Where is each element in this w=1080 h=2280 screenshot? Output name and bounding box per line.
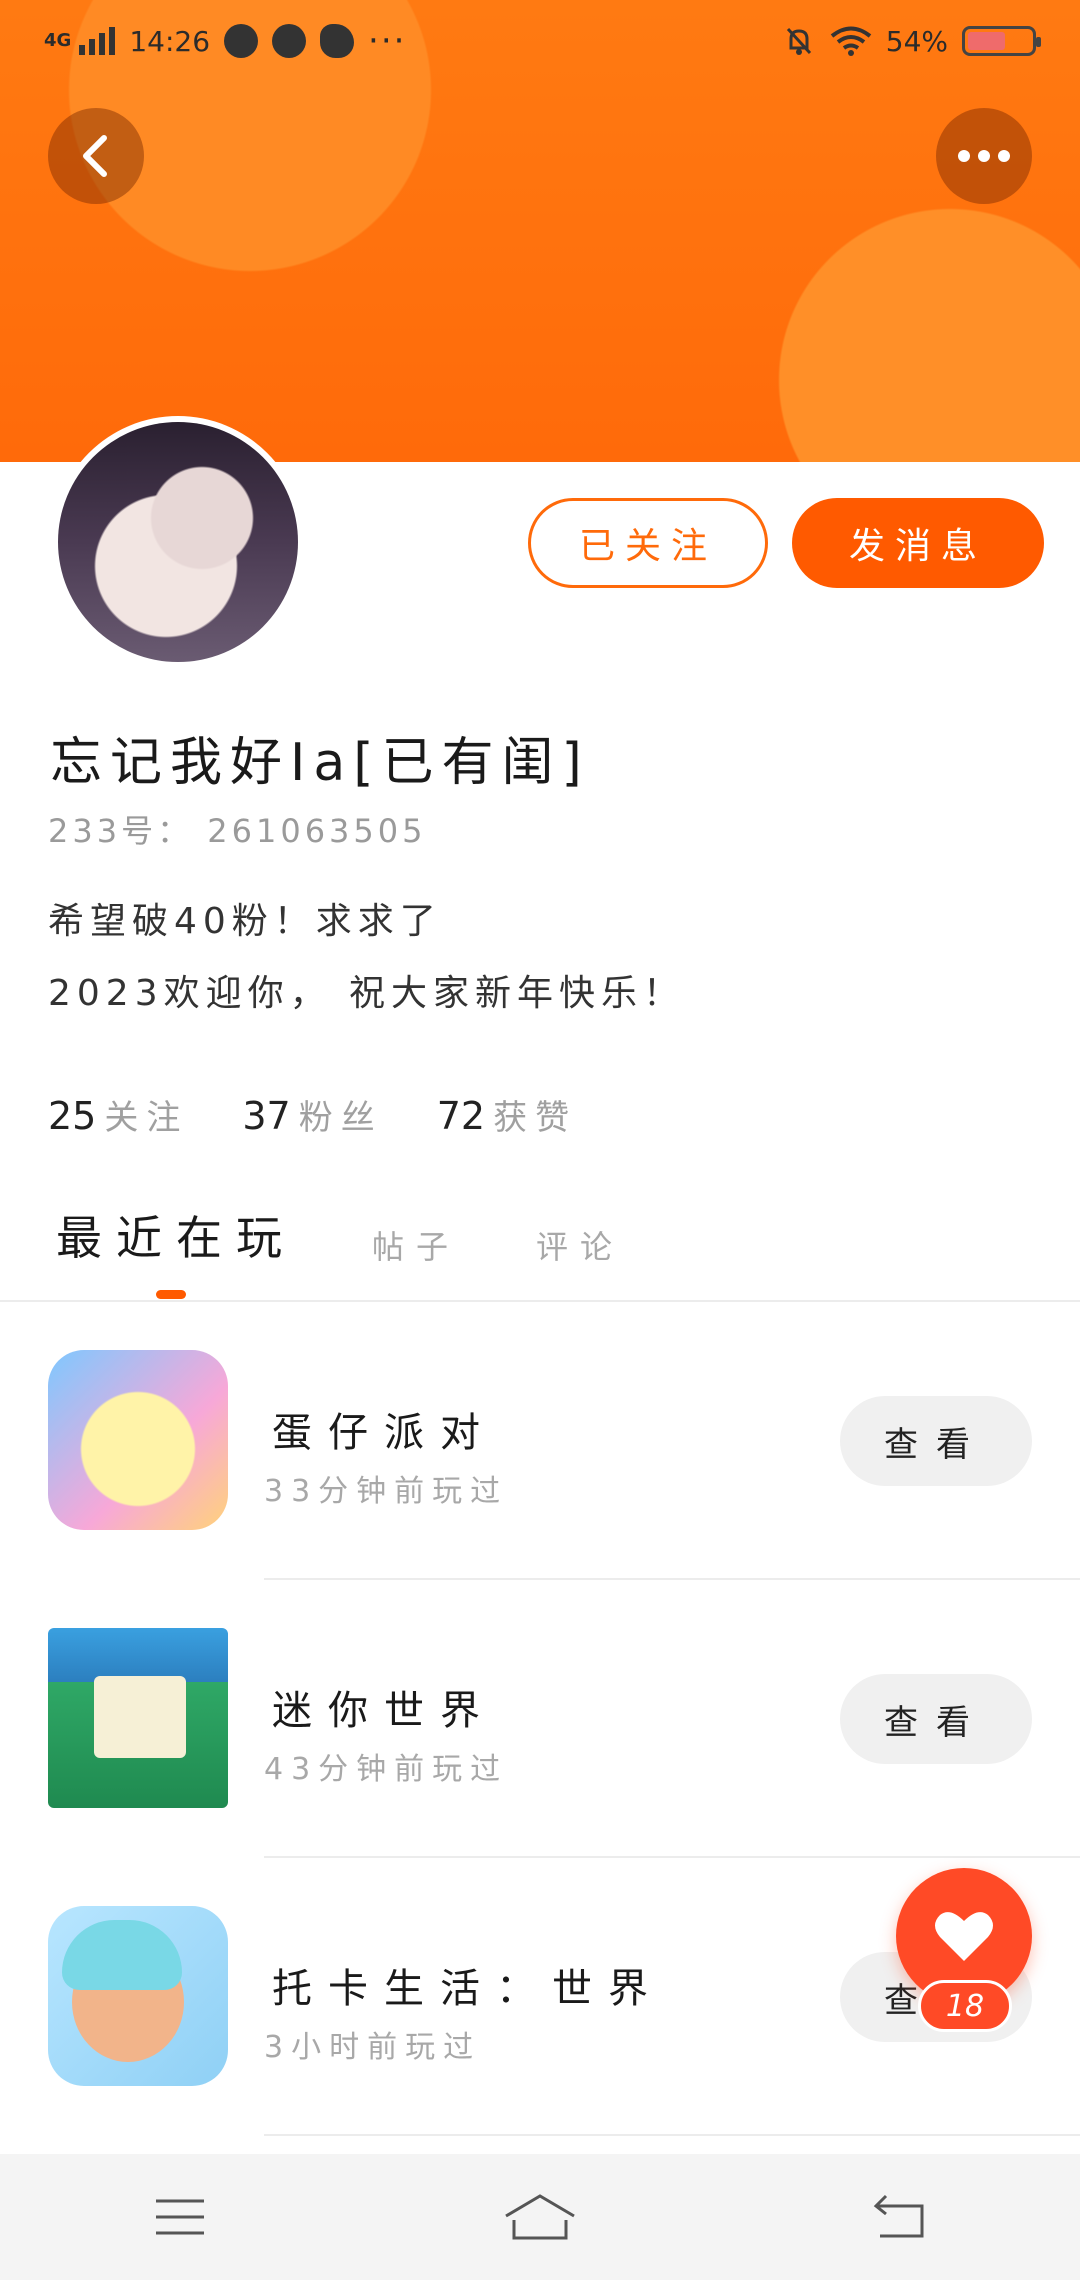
game-last-played: 43分钟前玩过 [264,1752,509,1787]
stat-likes[interactable]: 72 获赞 [437,1090,577,1139]
view-button[interactable]: 查看 [840,1396,1032,1486]
stat-label: 粉丝 [298,1098,383,1138]
system-navbar [0,2154,1080,2280]
game-icon-mini-world [48,1628,228,1808]
network-type: 4G [44,30,72,51]
battery-percent: 54% [885,24,948,58]
status-time: 14:26 [129,24,211,58]
list-item[interactable]: 蛋仔派对 33分钟前玩过 查看 [0,1350,1080,1628]
followed-button[interactable]: 已关注 [528,498,768,588]
wifi-icon [830,26,872,56]
app-notification-icon [224,24,259,58]
active-tab-indicator [156,1290,186,1299]
game-last-played: 3小时前玩过 [264,2030,482,2065]
stat-label: 关注 [104,1098,189,1138]
bio: 希望破40粉！求求了 2023欢迎你， 祝大家新年快乐！ [48,886,685,1030]
more-dot [978,150,990,162]
heart-icon [935,1912,993,1961]
stat-number: 72 [436,1094,486,1138]
more-dots-icon [958,150,970,162]
profile-banner: 4G 14:26 ··· 54% [0,0,1080,462]
bio-line: 2023欢迎你， 祝大家新年快乐！ [48,973,686,1014]
profile-tabs: 最近在玩 帖子 评论 [56,1202,624,1268]
list-item[interactable]: 迷你世界 43分钟前玩过 查看 [0,1628,1080,1906]
back-button[interactable] [48,108,144,204]
divider [0,1300,1080,1302]
divider [264,1856,1080,1858]
game-icon-toca-life [48,1906,228,2086]
avatar-image [58,422,298,662]
mute-bell-icon [786,27,811,55]
home-icon [505,2194,575,2240]
game-title: 迷你世界 [272,1688,496,1734]
cloud-notification-icon [320,24,355,58]
bio-line: 希望破40粉！求求了 [48,901,442,942]
game-title: 托卡生活：世界 [272,1966,664,2012]
view-button[interactable]: 查看 [840,1674,1032,1764]
cat-notification-icon [272,24,307,58]
nav-home-button[interactable] [480,2177,600,2257]
username: 忘记我好Ia[已有闺] [50,733,590,793]
tab-recently-played[interactable]: 最近在玩 [56,1202,296,1268]
profile-stats: 25 关注 37 粉丝 72 获赞 [48,1090,577,1139]
send-message-button[interactable]: 发消息 [792,498,1044,588]
signal-icon [79,27,116,55]
more-notifications-icon: ··· [368,21,407,61]
user-id: 233号： 261063505 [48,812,427,850]
status-bar: 4G 14:26 ··· 54% [0,0,1080,82]
nav-menu-button[interactable] [120,2177,240,2257]
divider [264,1578,1080,1580]
stat-following[interactable]: 25 关注 [48,1090,188,1139]
back-arrow-icon [873,2194,924,2238]
battery-icon [962,26,1041,56]
avatar[interactable] [52,416,304,668]
tab-posts[interactable]: 帖子 [372,1222,460,1268]
game-icon-eggy-party [48,1350,228,1530]
more-dot [998,150,1010,162]
game-title: 蛋仔派对 [272,1410,496,1456]
stat-followers[interactable]: 37 粉丝 [242,1090,382,1139]
divider [264,2134,1080,2136]
more-button[interactable] [936,108,1032,204]
game-last-played: 33分钟前玩过 [264,1474,509,1509]
menu-icon [156,2199,204,2235]
like-count: 18 [918,1980,1012,2032]
stat-number: 37 [242,1094,291,1138]
stat-number: 25 [48,1094,97,1138]
tab-comments[interactable]: 评论 [536,1222,624,1268]
nav-back-button[interactable] [840,2177,960,2257]
chevron-left-icon [83,135,107,177]
stat-label: 获赞 [493,1098,578,1138]
